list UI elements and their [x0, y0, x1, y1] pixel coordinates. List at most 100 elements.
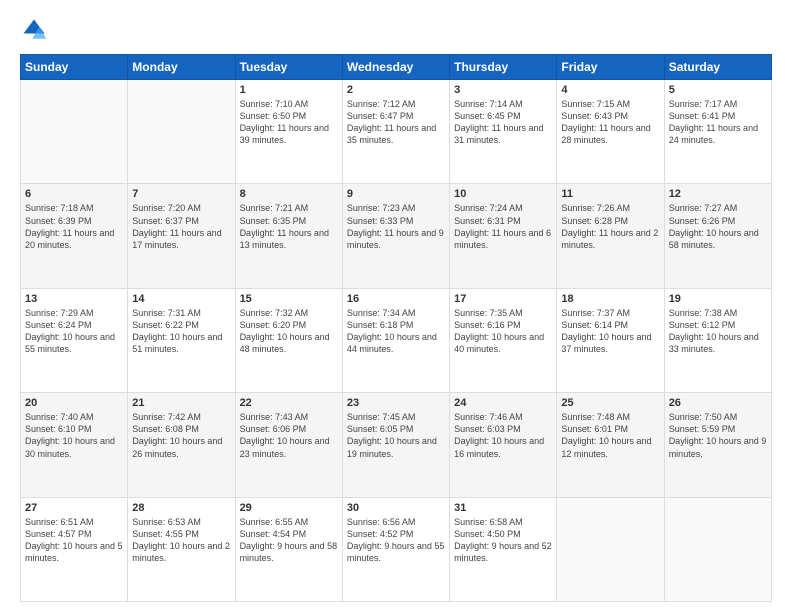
day-info-24: Sunrise: 7:46 AM Sunset: 6:03 PM Dayligh…: [454, 411, 552, 460]
week-row-2: 13 Sunrise: 7:29 AM Sunset: 6:24 PM Dayli…: [21, 288, 772, 392]
cell-w1-d1: 7 Sunrise: 7:20 AM Sunset: 6:37 PM Daylig…: [128, 184, 235, 288]
day-info-19: Sunrise: 7:38 AM Sunset: 6:12 PM Dayligh…: [669, 307, 767, 356]
day-number-30: 30: [347, 502, 445, 514]
day-number-11: 11: [561, 188, 659, 200]
day-number-14: 14: [132, 293, 230, 305]
week-row-3: 20 Sunrise: 7:40 AM Sunset: 6:10 PM Dayli…: [21, 393, 772, 497]
cell-w0-d5: 4 Sunrise: 7:15 AM Sunset: 6:43 PM Daylig…: [557, 80, 664, 184]
cell-w1-d4: 10 Sunrise: 7:24 AM Sunset: 6:31 PM Dayli…: [450, 184, 557, 288]
day-number-13: 13: [25, 293, 123, 305]
day-info-11: Sunrise: 7:26 AM Sunset: 6:28 PM Dayligh…: [561, 202, 659, 251]
cell-w4-d0: 27 Sunrise: 6:51 AM Sunset: 4:57 PM Dayli…: [21, 497, 128, 601]
cell-w1-d2: 8 Sunrise: 7:21 AM Sunset: 6:35 PM Daylig…: [235, 184, 342, 288]
weekday-header-row: Sunday Monday Tuesday Wednesday Thursday…: [21, 55, 772, 80]
day-info-17: Sunrise: 7:35 AM Sunset: 6:16 PM Dayligh…: [454, 307, 552, 356]
logo: [20, 16, 52, 44]
header-tuesday: Tuesday: [235, 55, 342, 80]
day-info-20: Sunrise: 7:40 AM Sunset: 6:10 PM Dayligh…: [25, 411, 123, 460]
day-info-4: Sunrise: 7:15 AM Sunset: 6:43 PM Dayligh…: [561, 98, 659, 147]
week-row-1: 6 Sunrise: 7:18 AM Sunset: 6:39 PM Daylig…: [21, 184, 772, 288]
day-number-7: 7: [132, 188, 230, 200]
cell-w4-d5: [557, 497, 664, 601]
week-row-0: 1Sunrise: 7:10 AM Sunset: 6:50 PM Daylig…: [21, 80, 772, 184]
day-number-27: 27: [25, 502, 123, 514]
cell-w2-d1: 14 Sunrise: 7:31 AM Sunset: 6:22 PM Dayli…: [128, 288, 235, 392]
day-info-12: Sunrise: 7:27 AM Sunset: 6:26 PM Dayligh…: [669, 202, 767, 251]
day-number-16: 16: [347, 293, 445, 305]
day-number-3: 3: [454, 84, 552, 96]
day-info-15: Sunrise: 7:32 AM Sunset: 6:20 PM Dayligh…: [240, 307, 338, 356]
day-info-8: Sunrise: 7:21 AM Sunset: 6:35 PM Dayligh…: [240, 202, 338, 251]
page-header: [20, 16, 772, 44]
day-number-15: 15: [240, 293, 338, 305]
day-number-20: 20: [25, 397, 123, 409]
day-info-27: Sunrise: 6:51 AM Sunset: 4:57 PM Dayligh…: [25, 516, 123, 565]
day-info-23: Sunrise: 7:45 AM Sunset: 6:05 PM Dayligh…: [347, 411, 445, 460]
cell-w2-d4: 17Sunrise: 7:35 AM Sunset: 6:16 PM Dayli…: [450, 288, 557, 392]
cell-w0-d0: [21, 80, 128, 184]
day-number-22: 22: [240, 397, 338, 409]
day-info-14: Sunrise: 7:31 AM Sunset: 6:22 PM Dayligh…: [132, 307, 230, 356]
cell-w0-d1: [128, 80, 235, 184]
day-info-10: Sunrise: 7:24 AM Sunset: 6:31 PM Dayligh…: [454, 202, 552, 251]
cell-w1-d0: 6 Sunrise: 7:18 AM Sunset: 6:39 PM Daylig…: [21, 184, 128, 288]
cell-w1-d5: 11 Sunrise: 7:26 AM Sunset: 6:28 PM Dayli…: [557, 184, 664, 288]
day-number-8: 8: [240, 188, 338, 200]
cell-w2-d6: 19 Sunrise: 7:38 AM Sunset: 6:12 PM Dayli…: [664, 288, 771, 392]
day-info-31: Sunrise: 6:58 AM Sunset: 4:50 PM Dayligh…: [454, 516, 552, 565]
day-info-1: Sunrise: 7:10 AM Sunset: 6:50 PM Dayligh…: [240, 98, 338, 147]
day-info-16: Sunrise: 7:34 AM Sunset: 6:18 PM Dayligh…: [347, 307, 445, 356]
day-info-2: Sunrise: 7:12 AM Sunset: 6:47 PM Dayligh…: [347, 98, 445, 147]
day-number-19: 19: [669, 293, 767, 305]
cell-w4-d4: 31 Sunrise: 6:58 AM Sunset: 4:50 PM Dayli…: [450, 497, 557, 601]
day-number-18: 18: [561, 293, 659, 305]
cell-w3-d2: 22 Sunrise: 7:43 AM Sunset: 6:06 PM Dayli…: [235, 393, 342, 497]
day-info-30: Sunrise: 6:56 AM Sunset: 4:52 PM Dayligh…: [347, 516, 445, 565]
day-number-5: 5: [669, 84, 767, 96]
cell-w3-d0: 20 Sunrise: 7:40 AM Sunset: 6:10 PM Dayli…: [21, 393, 128, 497]
header-friday: Friday: [557, 55, 664, 80]
day-number-4: 4: [561, 84, 659, 96]
day-info-9: Sunrise: 7:23 AM Sunset: 6:33 PM Dayligh…: [347, 202, 445, 251]
day-number-21: 21: [132, 397, 230, 409]
cell-w4-d2: 29 Sunrise: 6:55 AM Sunset: 4:54 PM Dayli…: [235, 497, 342, 601]
header-thursday: Thursday: [450, 55, 557, 80]
day-number-28: 28: [132, 502, 230, 514]
day-info-28: Sunrise: 6:53 AM Sunset: 4:55 PM Dayligh…: [132, 516, 230, 565]
day-info-21: Sunrise: 7:42 AM Sunset: 6:08 PM Dayligh…: [132, 411, 230, 460]
week-row-4: 27 Sunrise: 6:51 AM Sunset: 4:57 PM Dayli…: [21, 497, 772, 601]
cell-w0-d2: 1Sunrise: 7:10 AM Sunset: 6:50 PM Daylig…: [235, 80, 342, 184]
cell-w3-d5: 25 Sunrise: 7:48 AM Sunset: 6:01 PM Dayli…: [557, 393, 664, 497]
cell-w0-d4: 3Sunrise: 7:14 AM Sunset: 6:45 PM Daylig…: [450, 80, 557, 184]
cell-w2-d0: 13 Sunrise: 7:29 AM Sunset: 6:24 PM Dayli…: [21, 288, 128, 392]
cell-w1-d3: 9 Sunrise: 7:23 AM Sunset: 6:33 PM Daylig…: [342, 184, 449, 288]
cell-w3-d3: 23 Sunrise: 7:45 AM Sunset: 6:05 PM Dayli…: [342, 393, 449, 497]
day-number-10: 10: [454, 188, 552, 200]
cell-w2-d3: 16 Sunrise: 7:34 AM Sunset: 6:18 PM Dayli…: [342, 288, 449, 392]
cell-w4-d1: 28 Sunrise: 6:53 AM Sunset: 4:55 PM Dayli…: [128, 497, 235, 601]
day-info-7: Sunrise: 7:20 AM Sunset: 6:37 PM Dayligh…: [132, 202, 230, 251]
header-saturday: Saturday: [664, 55, 771, 80]
cell-w0-d3: 2Sunrise: 7:12 AM Sunset: 6:47 PM Daylig…: [342, 80, 449, 184]
day-number-6: 6: [25, 188, 123, 200]
day-number-26: 26: [669, 397, 767, 409]
logo-icon: [20, 16, 48, 44]
day-number-9: 9: [347, 188, 445, 200]
day-number-25: 25: [561, 397, 659, 409]
cell-w2-d5: 18Sunrise: 7:37 AM Sunset: 6:14 PM Dayli…: [557, 288, 664, 392]
header-monday: Monday: [128, 55, 235, 80]
day-info-26: Sunrise: 7:50 AM Sunset: 5:59 PM Dayligh…: [669, 411, 767, 460]
day-info-25: Sunrise: 7:48 AM Sunset: 6:01 PM Dayligh…: [561, 411, 659, 460]
day-number-29: 29: [240, 502, 338, 514]
day-number-12: 12: [669, 188, 767, 200]
day-info-22: Sunrise: 7:43 AM Sunset: 6:06 PM Dayligh…: [240, 411, 338, 460]
cell-w4-d6: [664, 497, 771, 601]
day-info-13: Sunrise: 7:29 AM Sunset: 6:24 PM Dayligh…: [25, 307, 123, 356]
day-number-31: 31: [454, 502, 552, 514]
calendar-table: Sunday Monday Tuesday Wednesday Thursday…: [20, 54, 772, 602]
day-info-5: Sunrise: 7:17 AM Sunset: 6:41 PM Dayligh…: [669, 98, 767, 147]
day-info-29: Sunrise: 6:55 AM Sunset: 4:54 PM Dayligh…: [240, 516, 338, 565]
day-number-23: 23: [347, 397, 445, 409]
day-info-6: Sunrise: 7:18 AM Sunset: 6:39 PM Dayligh…: [25, 202, 123, 251]
header-wednesday: Wednesday: [342, 55, 449, 80]
